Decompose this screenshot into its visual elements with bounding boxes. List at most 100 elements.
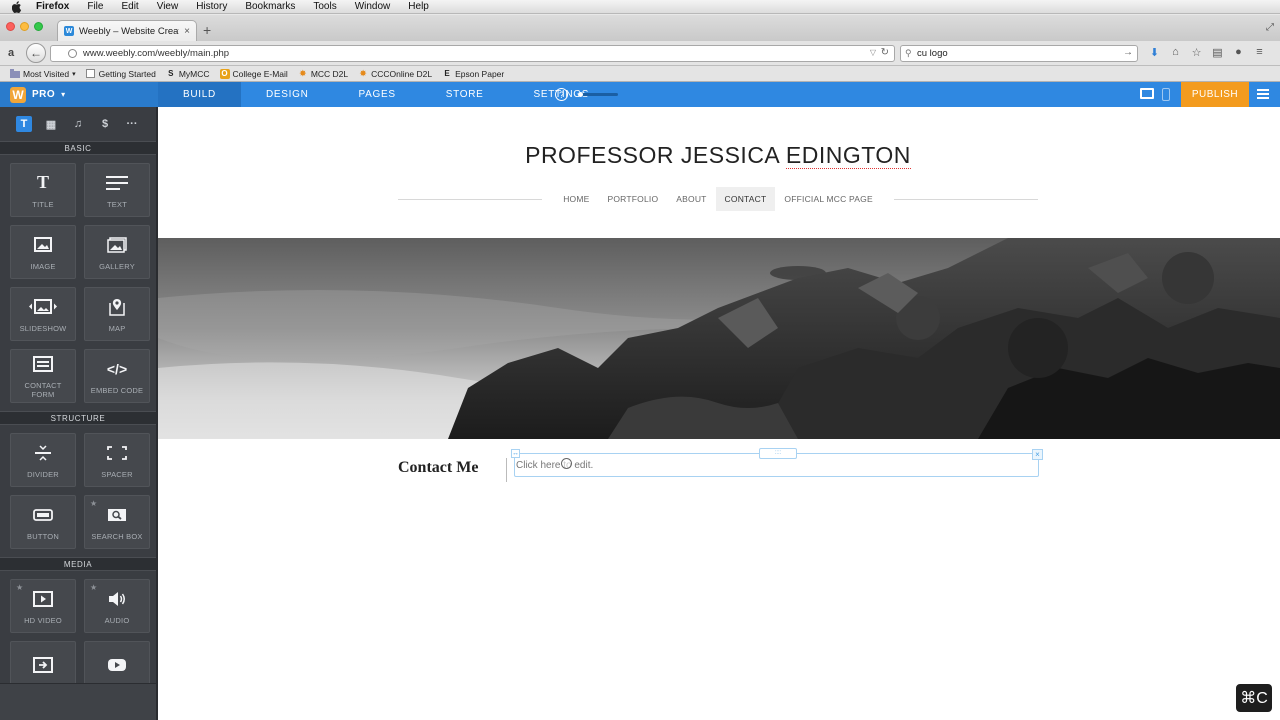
misspelled-word: EDINGTON bbox=[785, 142, 911, 169]
basic-elements-grid: T TITLE TEXT IMAGE GALLERY SLIDESHOW MAP… bbox=[0, 155, 156, 411]
commerce-category-icon[interactable]: $ bbox=[97, 116, 113, 132]
bookmark-college-email[interactable]: O College E-Mail bbox=[219, 68, 288, 79]
reload-icon[interactable]: ↻ bbox=[881, 47, 889, 58]
element-slideshow[interactable]: SLIDESHOW bbox=[10, 287, 76, 341]
element-search-box[interactable]: ★ SEARCH BOX bbox=[84, 495, 150, 549]
weebly-favicon: W bbox=[64, 26, 74, 36]
site-navigation: HOME PORTFOLIO ABOUT CONTACT OFFICIAL MC… bbox=[398, 187, 1039, 211]
weebly-brand-menu[interactable]: W PRO ▾ bbox=[0, 82, 158, 107]
premium-star-icon: ★ bbox=[90, 499, 98, 508]
nav-about[interactable]: ABOUT bbox=[667, 187, 715, 211]
menu-view[interactable]: View bbox=[157, 1, 179, 12]
element-hd-video[interactable]: ★ HD VIDEO bbox=[10, 579, 76, 633]
nav-line-right bbox=[893, 198, 1039, 200]
map-pin-icon bbox=[108, 296, 126, 318]
bookmarks-menu-icon[interactable]: ▤ bbox=[1211, 46, 1224, 59]
contact-heading[interactable]: Contact Me bbox=[398, 459, 478, 477]
bookmark-ccconline-d2l[interactable]: ✸ CCCOnline D2L bbox=[358, 69, 432, 79]
window-controls bbox=[6, 22, 43, 31]
browser-tab-weebly[interactable]: W Weebly – Website Creation... × bbox=[57, 20, 197, 41]
menu-bookmarks[interactable]: Bookmarks bbox=[245, 1, 295, 12]
close-window-button[interactable] bbox=[6, 22, 15, 31]
bookmark-most-visited[interactable]: Most Visited ▾ bbox=[10, 69, 76, 79]
text-category-icon[interactable]: T bbox=[16, 116, 32, 132]
bookmarks-bar: Most Visited ▾ Getting Started S MyMCC O … bbox=[0, 66, 1280, 82]
element-image[interactable]: IMAGE bbox=[10, 225, 76, 279]
desktop-view-icon[interactable] bbox=[1140, 88, 1154, 99]
element-contact-form[interactable]: CONTACT FORM bbox=[10, 349, 76, 403]
layout-category-icon[interactable]: ▦ bbox=[43, 116, 59, 132]
bookmark-epson-paper[interactable]: E Epson Paper bbox=[442, 69, 504, 79]
url-dropdown-icon[interactable]: ▽ bbox=[870, 48, 876, 57]
mobile-view-icon[interactable] bbox=[1162, 88, 1170, 101]
site-canvas[interactable]: PROFESSOR JESSICA EDINGTON HOME PORTFOLI… bbox=[158, 107, 1280, 720]
nav-line-left bbox=[398, 198, 543, 200]
media-category-icon[interactable]: ♫ bbox=[70, 116, 86, 132]
publish-button[interactable]: PUBLISH bbox=[1181, 82, 1249, 107]
progress-knob[interactable] bbox=[578, 92, 583, 97]
element-gallery[interactable]: GALLERY bbox=[84, 225, 150, 279]
hamburger-menu-icon[interactable]: ≡ bbox=[1253, 46, 1266, 59]
move-handle-icon[interactable]: ↔ bbox=[511, 449, 520, 458]
nav-home[interactable]: HOME bbox=[554, 187, 598, 211]
home-icon[interactable]: ⌂ bbox=[1169, 46, 1182, 59]
tab-build[interactable]: BUILD bbox=[158, 82, 241, 107]
menu-edit[interactable]: Edit bbox=[121, 1, 138, 12]
menu-window[interactable]: Window bbox=[355, 1, 391, 12]
d2l-star-icon: ✸ bbox=[359, 69, 367, 78]
element-map[interactable]: MAP bbox=[84, 287, 150, 341]
element-title[interactable]: T TITLE bbox=[10, 163, 76, 217]
tab-store[interactable]: STORE bbox=[421, 82, 509, 107]
drag-handle-icon[interactable]: :::: bbox=[759, 448, 797, 459]
search-go-icon[interactable]: → bbox=[1123, 47, 1133, 58]
element-embed-code[interactable]: </> EMBED CODE bbox=[84, 349, 150, 403]
element-button[interactable]: BUTTON bbox=[10, 495, 76, 549]
hamburger-menu-icon[interactable] bbox=[1257, 89, 1269, 101]
tab-pages[interactable]: PAGES bbox=[334, 82, 421, 107]
bookmark-mcc-d2l[interactable]: ✸ MCC D2L bbox=[298, 69, 348, 79]
keystroke-overlay: ⌘C bbox=[1236, 684, 1272, 712]
menu-tools[interactable]: Tools bbox=[313, 1, 336, 12]
menu-file[interactable]: File bbox=[87, 1, 103, 12]
element-audio[interactable]: ★ AUDIO bbox=[84, 579, 150, 633]
downloads-icon[interactable]: ⬇ bbox=[1148, 46, 1161, 59]
minimize-window-button[interactable] bbox=[20, 22, 29, 31]
progress-slider[interactable] bbox=[578, 92, 618, 97]
delete-element-icon[interactable]: × bbox=[1032, 449, 1043, 460]
browser-tab-bar: W Weebly – Website Creation... × + ⤢ bbox=[0, 15, 1280, 41]
element-divider[interactable]: DIVIDER bbox=[10, 433, 76, 487]
button-icon bbox=[33, 504, 53, 526]
tab-close-icon[interactable]: × bbox=[184, 26, 190, 37]
amazon-addon-icon[interactable]: a bbox=[8, 47, 14, 59]
help-icon[interactable]: ? bbox=[555, 88, 568, 101]
menu-app-name[interactable]: Firefox bbox=[36, 1, 69, 12]
bookmark-getting-started[interactable]: Getting Started bbox=[86, 69, 156, 79]
site-title[interactable]: PROFESSOR JESSICA EDINGTON bbox=[158, 142, 1278, 169]
chat-icon[interactable]: ● bbox=[1232, 46, 1245, 59]
new-tab-button[interactable]: + bbox=[203, 23, 211, 37]
element-spacer[interactable]: SPACER bbox=[84, 433, 150, 487]
zoom-window-button[interactable] bbox=[34, 22, 43, 31]
apple-icon[interactable] bbox=[12, 0, 22, 13]
nav-official-mcc-page[interactable]: OFFICIAL MCC PAGE bbox=[775, 187, 881, 211]
header-banner-image[interactable] bbox=[158, 238, 1280, 439]
back-button[interactable]: ← bbox=[26, 43, 46, 63]
bookmark-star-icon[interactable]: ☆ bbox=[1190, 46, 1203, 59]
weebly-main-tabs: BUILD DESIGN PAGES STORE SETTINGS bbox=[158, 82, 614, 107]
nav-contact[interactable]: CONTACT bbox=[715, 187, 776, 211]
element-text[interactable]: TEXT bbox=[84, 163, 150, 217]
bookmark-mymcc[interactable]: S MyMCC bbox=[166, 69, 209, 79]
more-category-icon[interactable]: ··· bbox=[124, 116, 140, 132]
title-icon: T bbox=[36, 172, 49, 192]
section-header-basic: BASIC bbox=[0, 141, 156, 155]
fullscreen-icon[interactable]: ⤢ bbox=[1266, 22, 1274, 33]
nav-portfolio[interactable]: PORTFOLIO bbox=[599, 187, 668, 211]
tab-design[interactable]: DESIGN bbox=[241, 82, 334, 107]
site-identity-icon[interactable] bbox=[68, 49, 77, 58]
menu-help[interactable]: Help bbox=[408, 1, 429, 12]
search-input[interactable]: ⚲ cu logo → bbox=[900, 45, 1138, 62]
device-toggle bbox=[1140, 88, 1170, 101]
menu-history[interactable]: History bbox=[196, 1, 227, 12]
text-edit-box[interactable]: ↔ :::: × Click here to edit. bbox=[511, 448, 1043, 477]
url-bar[interactable]: www.weebly.com/weebly/main.php ▽ ↻ bbox=[50, 45, 895, 62]
